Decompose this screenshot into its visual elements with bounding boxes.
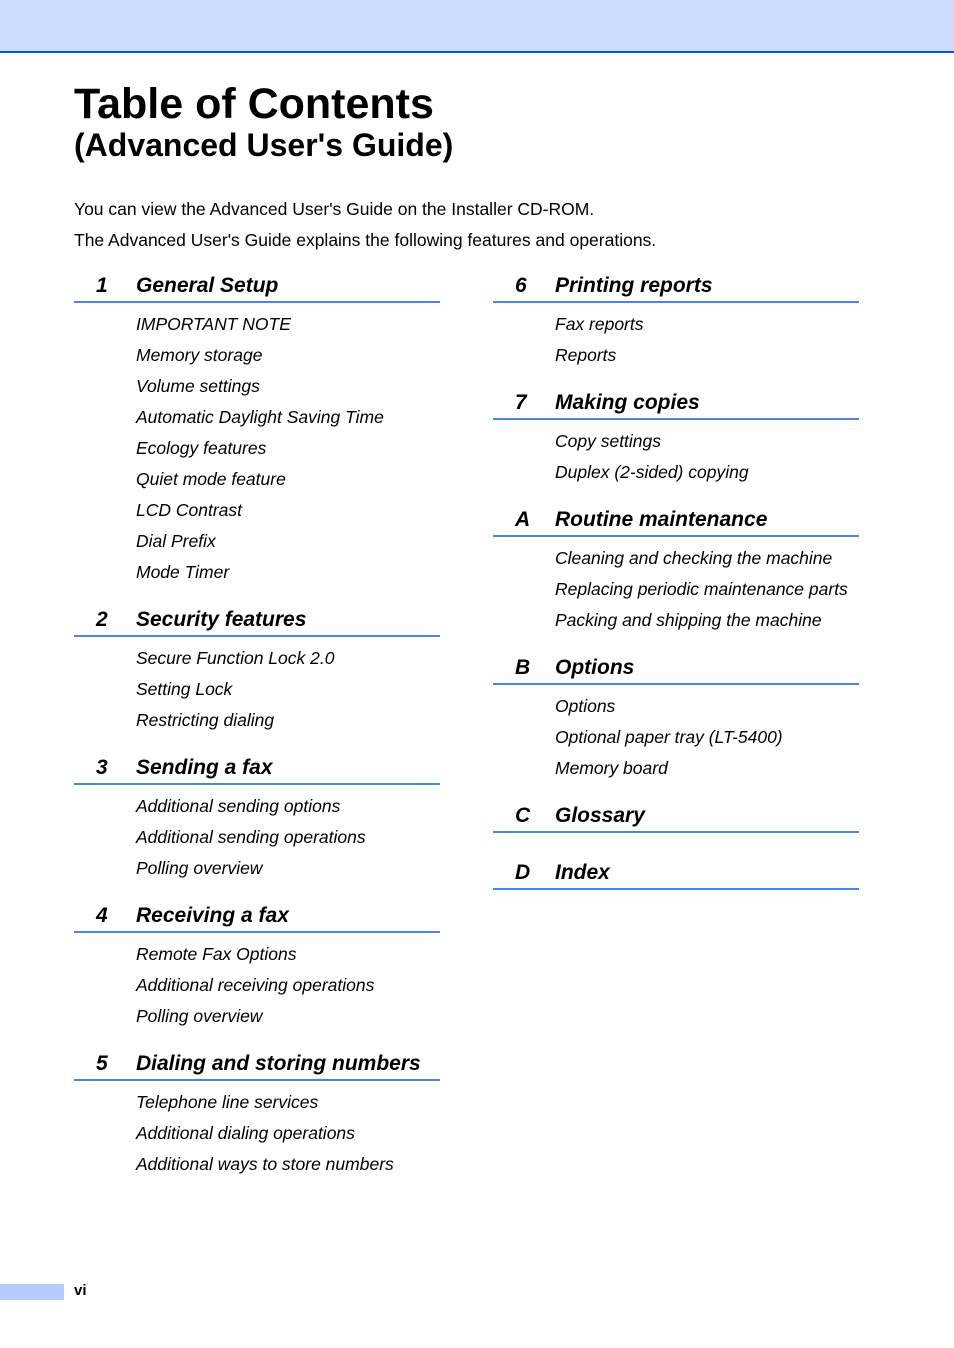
chapter-title[interactable]: Options xyxy=(555,652,634,684)
topic-item[interactable]: Additional sending operations xyxy=(136,822,440,853)
toc-chapter: C Glossary xyxy=(493,800,859,833)
chapter-heading[interactable]: D Index xyxy=(493,857,859,890)
topic-item[interactable]: Duplex (2-sided) copying xyxy=(555,457,859,488)
toc-chapter: A Routine maintenance Cleaning and checkin… xyxy=(493,504,859,636)
chapter-heading[interactable]: A Routine maintenance xyxy=(493,504,859,537)
chapter-number: A xyxy=(515,508,531,531)
toc-chapter: D Index xyxy=(493,857,859,890)
chapter-heading[interactable]: 2 Security features xyxy=(74,604,440,637)
chapter-heading[interactable]: 1 General Setup xyxy=(74,270,440,303)
chapter-heading[interactable]: 3 Sending a fax xyxy=(74,752,440,785)
topic-list: Secure Function Lock 2.0 Setting Lock Rest… xyxy=(74,637,440,736)
topic-item[interactable]: Telephone line services xyxy=(136,1087,440,1118)
topic-item[interactable]: Restricting dialing xyxy=(136,705,440,736)
chapter-number: 1 xyxy=(96,274,108,297)
chapter-heading[interactable]: C Glossary xyxy=(493,800,859,833)
chapter-number: 5 xyxy=(96,1052,108,1075)
chapter-number: 4 xyxy=(96,904,108,927)
toc-chapter: B Options Options Optional paper tray (LT-5… xyxy=(493,652,859,784)
topic-item[interactable]: Additional dialing operations xyxy=(136,1118,440,1149)
chapter-heading[interactable]: 6 Printing reports xyxy=(493,270,859,303)
footer-tab xyxy=(0,1284,64,1300)
topic-item[interactable]: Automatic Daylight Saving Time xyxy=(136,402,440,433)
chapter-heading[interactable]: B Options xyxy=(493,652,859,685)
chapter-title[interactable]: Routine maintenance xyxy=(555,504,767,536)
topic-item[interactable]: Fax reports xyxy=(555,309,859,340)
header-band xyxy=(0,0,954,53)
topic-item[interactable]: Reports xyxy=(555,340,859,371)
topic-list: Copy settings Duplex (2-sided) copying xyxy=(493,420,859,488)
intro-text: You can view the Advanced User's Guide o… xyxy=(74,194,656,256)
topic-item[interactable]: Polling overview xyxy=(136,1001,440,1032)
topic-list: Cleaning and checking the machine Replaci… xyxy=(493,537,859,636)
chapter-title[interactable]: Receiving a fax xyxy=(136,900,289,932)
chapter-number: 2 xyxy=(96,608,108,631)
topic-list: Additional sending options Additional sen… xyxy=(74,785,440,884)
toc-chapter: 1 General Setup IMPORTANT NOTE Memory stora… xyxy=(74,270,440,588)
topic-list: Remote Fax Options Additional receiving o… xyxy=(74,933,440,1032)
topic-item[interactable]: Additional sending options xyxy=(136,791,440,822)
toc-chapter: 6 Printing reports Fax reports Reports xyxy=(493,270,859,371)
chapter-title[interactable]: Printing reports xyxy=(555,270,713,302)
topic-item[interactable]: IMPORTANT NOTE xyxy=(136,309,440,340)
page-subtitle: (Advanced User's Guide) xyxy=(74,127,454,163)
topic-item[interactable]: Replacing periodic maintenance parts xyxy=(555,574,859,605)
topic-item[interactable]: Dial Prefix xyxy=(136,526,440,557)
topic-list: IMPORTANT NOTE Memory storage Volume setti… xyxy=(74,303,440,588)
topic-item[interactable]: Additional receiving operations xyxy=(136,970,440,1001)
chapter-title[interactable]: Sending a fax xyxy=(136,752,273,784)
chapter-number: 6 xyxy=(515,274,527,297)
chapter-heading[interactable]: 7 Making copies xyxy=(493,387,859,420)
toc-right-column: 6 Printing reports Fax reports Reports 7 Maki… xyxy=(493,270,859,914)
toc-chapter: 4 Receiving a fax Remote Fax Options Additi… xyxy=(74,900,440,1032)
topic-item[interactable]: Setting Lock xyxy=(136,674,440,705)
chapter-heading[interactable]: 5 Dialing and storing numbers xyxy=(74,1048,440,1081)
topic-item[interactable]: Polling overview xyxy=(136,853,440,884)
topic-list: Fax reports Reports xyxy=(493,303,859,371)
intro-line: You can view the Advanced User's Guide o… xyxy=(74,199,595,219)
topic-item[interactable]: Memory board xyxy=(555,753,859,784)
page-number: vi xyxy=(74,1282,87,1299)
chapter-number: B xyxy=(515,656,531,679)
topic-list: Telephone line services Additional dialin… xyxy=(74,1081,440,1180)
chapter-number: D xyxy=(515,861,531,884)
chapter-title[interactable]: Index xyxy=(555,857,610,889)
topic-item[interactable]: Ecology features xyxy=(136,433,440,464)
topic-item[interactable]: Additional ways to store numbers xyxy=(136,1149,440,1180)
topic-list: Options Optional paper tray (LT-5400) Memo… xyxy=(493,685,859,784)
chapter-title[interactable]: Dialing and storing numbers xyxy=(136,1048,421,1080)
topic-item[interactable]: Optional paper tray (LT-5400) xyxy=(555,722,859,753)
topic-item[interactable]: Memory storage xyxy=(136,340,440,371)
topic-item[interactable]: Secure Function Lock 2.0 xyxy=(136,643,440,674)
chapter-title[interactable]: General Setup xyxy=(136,270,278,302)
chapter-title[interactable]: Security features xyxy=(136,604,306,636)
topic-item[interactable]: Packing and shipping the machine xyxy=(555,605,859,636)
chapter-title[interactable]: Making copies xyxy=(555,387,700,419)
chapter-number: 3 xyxy=(96,756,108,779)
topic-item[interactable]: Remote Fax Options xyxy=(136,939,440,970)
page-title: Table of Contents xyxy=(74,80,434,128)
intro-line: The Advanced User's Guide explains the f… xyxy=(74,230,657,250)
topic-item[interactable]: Copy settings xyxy=(555,426,859,457)
chapter-heading[interactable]: 4 Receiving a fax xyxy=(74,900,440,933)
chapter-number: 7 xyxy=(515,391,527,414)
topic-item[interactable]: Mode Timer xyxy=(136,557,440,588)
topic-item[interactable]: Volume settings xyxy=(136,371,440,402)
chapter-title[interactable]: Glossary xyxy=(555,800,645,832)
toc-chapter: 5 Dialing and storing numbers Telephone li… xyxy=(74,1048,440,1180)
topic-item[interactable]: Quiet mode feature xyxy=(136,464,440,495)
chapter-number: C xyxy=(515,804,531,827)
toc-chapter: 3 Sending a fax Additional sending options… xyxy=(74,752,440,884)
topic-item[interactable]: LCD Contrast xyxy=(136,495,440,526)
topic-item[interactable]: Cleaning and checking the machine xyxy=(555,543,859,574)
toc-chapter: 2 Security features Secure Function Lock 2… xyxy=(74,604,440,736)
topic-item[interactable]: Options xyxy=(555,691,859,722)
toc-chapter: 7 Making copies Copy settings Duplex (2-sid… xyxy=(493,387,859,488)
toc-left-column: 1 General Setup IMPORTANT NOTE Memory stora… xyxy=(74,270,440,1196)
